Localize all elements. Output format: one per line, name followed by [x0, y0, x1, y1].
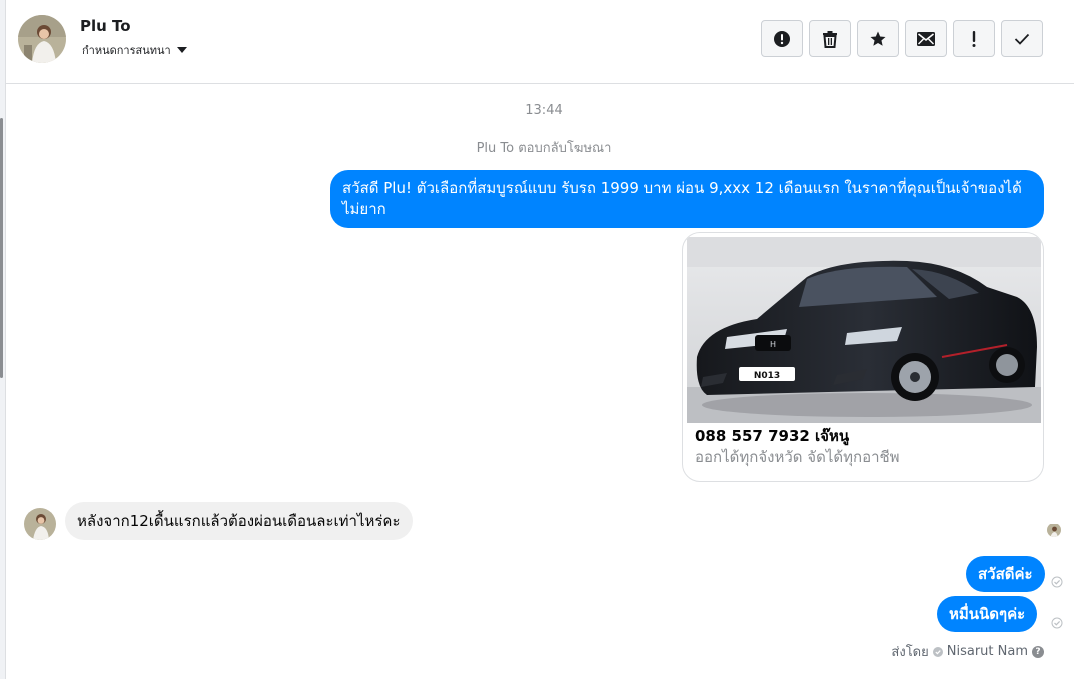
follow-up-button[interactable]	[953, 20, 995, 57]
ad-card[interactable]: H N013 088 557 7932 เจ๊หนู ออกได้ทุกจังห…	[682, 232, 1044, 482]
delete-button[interactable]	[809, 20, 851, 57]
message-timestamp: 13:44	[525, 103, 563, 118]
spam-alert-icon	[774, 30, 790, 47]
trash-icon	[823, 30, 837, 48]
checkmark-icon	[1014, 33, 1030, 45]
contact-avatar[interactable]	[18, 15, 66, 63]
license-plate-text: N013	[754, 371, 780, 381]
sender-agent-name[interactable]: Nisarut Nam	[947, 644, 1028, 659]
help-icon[interactable]: ?	[1032, 645, 1044, 658]
action-toolbar	[761, 20, 1043, 57]
ad-card-subtitle: ออกได้ทุกจังหวัด จัดได้ทุกอาชีพ	[695, 448, 900, 466]
outgoing-reply-2[interactable]: หมื่นนิดๆค่ะ	[937, 596, 1038, 632]
contact-name: Plu To	[80, 17, 131, 35]
envelope-icon	[917, 31, 935, 46]
assign-conversation-dropdown[interactable]: กำหนดการสนทนา	[82, 41, 187, 59]
sent-by-line: ส่งโดย Nisarut Nam ?	[891, 641, 1044, 662]
svg-text:H: H	[770, 340, 776, 349]
incoming-message-bubble[interactable]: หลังจาก12เดื้นแรกแล้วต้องผ่อนเดือนละเท่า…	[65, 502, 413, 540]
left-scroll-rail[interactable]	[0, 0, 6, 679]
exclamation-icon	[972, 30, 976, 47]
conversation-header: Plu To กำหนดการสนทนา	[6, 0, 1074, 84]
outgoing-message-bubble[interactable]: สวัสดี Plu! ตัวเลือกที่สมบูรณ์แบบ รับรถ …	[330, 170, 1044, 228]
mark-done-button[interactable]	[1001, 20, 1043, 57]
outgoing-reply-1[interactable]: สวัสดีค่ะ	[966, 556, 1045, 592]
seen-indicator-avatar	[1047, 523, 1061, 537]
verified-check-icon	[932, 646, 943, 657]
star-icon	[870, 31, 886, 46]
ad-reply-note: Plu To ตอบกลับโฆษณา	[476, 141, 612, 156]
star-button[interactable]	[857, 20, 899, 57]
caret-down-icon	[176, 47, 187, 53]
delivered-check-icon	[1051, 617, 1063, 629]
sender-avatar[interactable]	[24, 508, 56, 540]
assign-conversation-label: กำหนดการสนทนา	[82, 44, 171, 57]
delivered-check-icon	[1051, 576, 1063, 588]
spam-button[interactable]	[761, 20, 803, 57]
car-image: H N013	[687, 237, 1041, 423]
sent-by-label: ส่งโดย	[891, 645, 929, 660]
mark-unread-button[interactable]	[905, 20, 947, 57]
